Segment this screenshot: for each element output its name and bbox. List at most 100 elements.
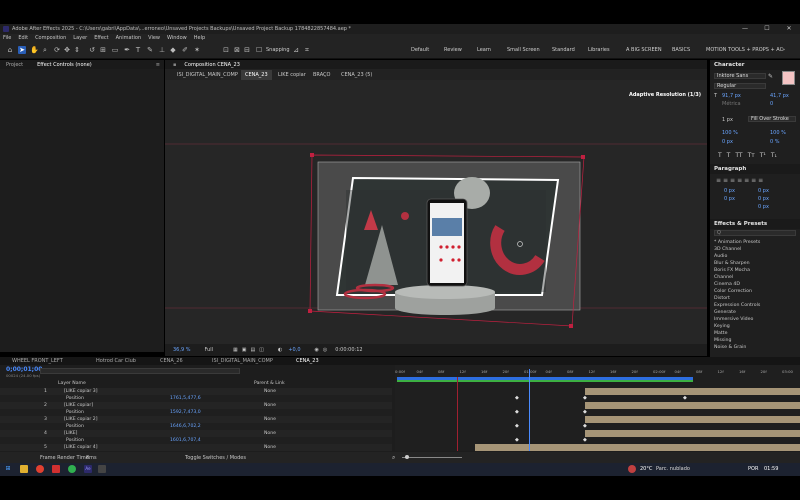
breadcrumb-item[interactable]: LIKE copiar	[278, 72, 306, 78]
superscript-button[interactable]: T¹	[760, 152, 766, 160]
horizontal-scale-value[interactable]: 100 %	[770, 130, 786, 136]
close-button[interactable]: ✕	[778, 24, 800, 34]
workspace-overflow-button[interactable]: »	[782, 47, 785, 53]
menu-help[interactable]: Help	[194, 35, 205, 41]
language-indicator[interactable]: POR	[748, 466, 758, 472]
effects-category[interactable]: 3D Channel	[714, 246, 798, 253]
snapping-checkbox-icon[interactable]: ☐	[256, 46, 262, 54]
pan-camera-icon[interactable]: ✥	[63, 46, 71, 54]
snapshot-camera-icon[interactable]: ◉	[315, 347, 319, 353]
timeline-tab[interactable]: Hotrod Car Club	[96, 358, 136, 364]
home-icon[interactable]: ⌂	[6, 46, 14, 54]
workspace-default[interactable]: Default	[411, 47, 429, 53]
breadcrumb-item[interactable]: ISI_DIGITAL_MAIN_COMP	[177, 72, 238, 78]
current-time-indicator[interactable]	[529, 369, 530, 451]
layer-row[interactable]: 5 [LIKE copiar 4] None	[0, 444, 392, 451]
toggle-transparency-icon[interactable]: ▦	[233, 347, 238, 353]
zoom-out-icon[interactable]: ⌕	[392, 454, 395, 462]
zoom-slider-handle[interactable]	[405, 455, 409, 459]
minimize-button[interactable]: —	[734, 24, 756, 34]
menu-file[interactable]: File	[3, 35, 11, 41]
keyframe-icon[interactable]: ◆	[515, 423, 519, 429]
type-tool-icon[interactable]: T	[134, 46, 142, 54]
effects-category[interactable]: Audio	[714, 253, 798, 260]
small-caps-button[interactable]: Tт	[748, 152, 755, 160]
keyframe-icon[interactable]: ◆	[583, 437, 587, 443]
effects-category[interactable]: Immersive Video	[714, 316, 798, 323]
parent-dropdown[interactable]: None	[264, 402, 276, 409]
first-line-indent-value[interactable]: 0 px	[758, 196, 769, 202]
layer-bar[interactable]	[585, 388, 800, 395]
mask-visibility-icon[interactable]: ◫	[259, 347, 264, 353]
layer-bar[interactable]	[585, 430, 800, 437]
font-family-field[interactable]: Inktore Sans	[714, 73, 766, 79]
parent-dropdown[interactable]: None	[264, 388, 276, 395]
layer-name[interactable]: [LIKE copiar 3]	[64, 388, 98, 395]
tracking-value[interactable]: 0	[770, 101, 773, 107]
timeline-tracks[interactable]: 0:00f 04f 08f 12f 16f 20f 01:00f 04f 08f 12f 16f 20…	[395, 365, 800, 451]
workspace-motion-tools[interactable]: MOTION TOOLS + PROPS + AC	[706, 47, 783, 53]
lock-icon[interactable]: ▪	[173, 62, 176, 68]
clock-time[interactable]: 01:59	[764, 466, 778, 472]
effects-category[interactable]: Channel	[714, 274, 798, 281]
channel-icon[interactable]: ◐	[278, 347, 282, 353]
keyframe-icon[interactable]: ◆	[515, 395, 519, 401]
layer-bar[interactable]	[475, 444, 800, 451]
file-explorer-icon[interactable]	[20, 465, 28, 473]
layer-name[interactable]: [LIKE copiar]	[64, 402, 93, 409]
timeline-tab[interactable]: ISI_DIGITAL_MAIN_COMP	[212, 358, 273, 364]
windows-start-icon[interactable]: ⊞	[4, 465, 12, 473]
menu-layer[interactable]: Layer	[73, 35, 87, 41]
toggle-switches-modes[interactable]: Toggle Switches / Modes	[185, 455, 246, 461]
subscript-button[interactable]: T₁	[771, 152, 777, 160]
world-axis-icon[interactable]: ⊠	[233, 46, 241, 54]
snap-options-icon[interactable]: ⊿	[292, 46, 300, 54]
layer-name[interactable]: [LIKE copiar 4]	[64, 444, 98, 451]
faux-italic-button[interactable]: T	[727, 152, 731, 160]
effects-category[interactable]: Matte	[714, 330, 798, 337]
all-caps-button[interactable]: TT	[735, 152, 742, 160]
current-time-display[interactable]: 0:00:00:12	[335, 347, 362, 353]
effects-category[interactable]: Keying	[714, 323, 798, 330]
workspace-learn[interactable]: Learn	[477, 47, 491, 53]
effects-category[interactable]: Color Correction	[714, 288, 798, 295]
view-axis-icon[interactable]: ⊟	[243, 46, 251, 54]
selection-tool-icon[interactable]: ➤	[18, 46, 26, 54]
local-axis-icon[interactable]: ⊡	[222, 46, 230, 54]
parent-dropdown[interactable]: None	[264, 444, 276, 451]
effects-category[interactable]: Missing	[714, 337, 798, 344]
kerning-label[interactable]: Métrica	[722, 101, 741, 107]
menu-view[interactable]: View	[148, 35, 160, 41]
keyframe-icon[interactable]: ◆	[583, 395, 587, 401]
weather-text[interactable]: Parc. nublado	[656, 466, 690, 472]
layer-row[interactable]: 1 [LIKE copiar 3] None	[0, 388, 392, 395]
menu-composition[interactable]: Composition	[35, 35, 66, 41]
obs-icon[interactable]	[98, 465, 106, 473]
tab-project[interactable]: Project	[6, 62, 23, 68]
resolution-dropdown[interactable]: Full	[204, 347, 213, 353]
alignment-buttons[interactable]: ≡≡≡≡≡≡≡	[716, 177, 765, 184]
workspace-basics[interactable]: BASICS	[672, 47, 690, 53]
leading-value[interactable]: 41,7 px	[770, 93, 789, 99]
faux-bold-button[interactable]: T	[718, 152, 722, 160]
snapping-label[interactable]: Snapping	[266, 47, 290, 53]
panel-menu-icon[interactable]: ≡	[156, 62, 160, 68]
menu-edit[interactable]: Edit	[18, 35, 28, 41]
zoom-tool-icon[interactable]: ⌕	[41, 46, 49, 54]
property-row[interactable]: Position 1601,6,707,4	[0, 437, 392, 444]
keyframe-icon[interactable]: ◆	[583, 423, 587, 429]
effects-category[interactable]: Cinema 4D	[714, 281, 798, 288]
keyframe-icon[interactable]: ◆	[683, 395, 687, 401]
snap-features-icon[interactable]: ⌗	[303, 46, 311, 54]
time-ruler[interactable]: 0:00f 04f 08f 12f 16f 20f 01:00f 04f 08f 12f 16f 20…	[395, 369, 800, 377]
property-row[interactable]: Position 1761,5,477,6	[0, 395, 392, 402]
fill-color-swatch[interactable]	[782, 71, 795, 85]
grid-guides-icon[interactable]: ▤	[251, 347, 256, 353]
keyframe-icon[interactable]: ◆	[515, 409, 519, 415]
composition-tab[interactable]: Composition CENA_23	[184, 62, 240, 68]
dolly-camera-icon[interactable]: ⇕	[73, 46, 81, 54]
space-after-value[interactable]: 0 px	[758, 204, 769, 210]
weather-temp[interactable]: 20°C	[640, 466, 652, 472]
effects-category[interactable]: Noise & Grain	[714, 344, 798, 351]
whatsapp-icon[interactable]	[68, 465, 76, 473]
